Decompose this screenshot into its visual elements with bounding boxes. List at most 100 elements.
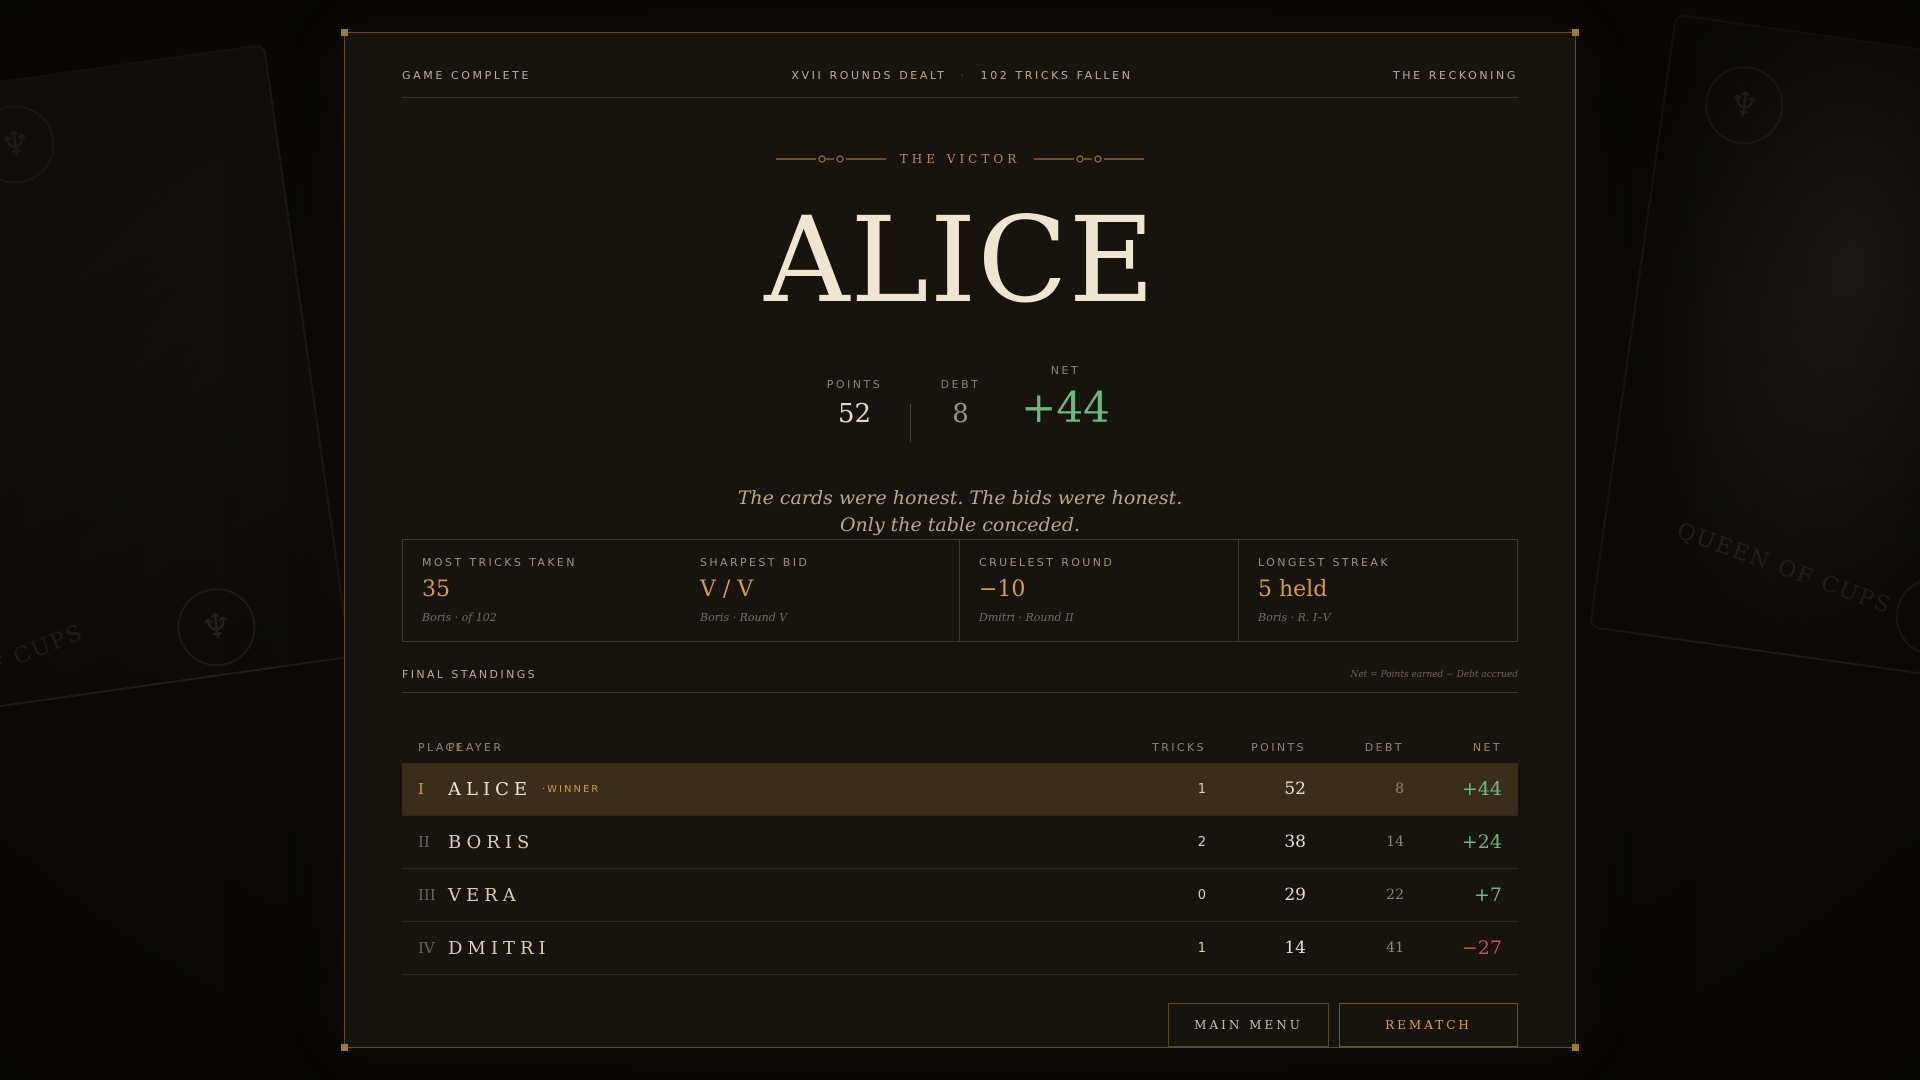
flavor-quote: The cards were honest. The bids were hon… [345, 485, 1575, 539]
points: 38 [1284, 832, 1306, 852]
table-row: III VERA 0 29 22 +7 [402, 869, 1518, 922]
top-bar: GAME COMPLETE XVII ROUNDS DEALT · 102 TR… [402, 69, 1518, 98]
tricks: 2 [1197, 834, 1206, 850]
column-tricks: TRICKS [1152, 740, 1206, 754]
net-value: +44 [1021, 383, 1110, 432]
background-card-right: ♆ ♆ QUEEN OF CUPS [1588, 13, 1920, 687]
net-label: NET [1050, 364, 1081, 377]
debt: 14 [1386, 834, 1404, 850]
place: I [418, 780, 424, 798]
stat-cruelest-round: CRUELEST ROUND −10 Dmitri · Round II [959, 540, 1238, 641]
stat-longest-streak: LONGEST STREAK 5 held Boris · R. I–V [1238, 540, 1517, 641]
winner-scores: POINTS 52 DEBT 8 NET +44 [345, 364, 1575, 442]
cup-icon: ♆ [0, 100, 60, 189]
winner-points: POINTS 52 [800, 378, 910, 429]
stat-label: CRUELEST ROUND [979, 556, 1115, 569]
stat-value: 5 held [1258, 577, 1328, 602]
corner-ornament [1572, 1044, 1579, 1051]
debt: 8 [1395, 781, 1404, 797]
corner-ornament [341, 29, 348, 36]
stat-most-tricks: MOST TRICKS TAKEN 35 Boris · of 102 [403, 540, 681, 641]
winner-net: NET +44 [1011, 364, 1121, 432]
stat-label: SHARPEST BID [700, 556, 810, 569]
debt-label: DEBT [940, 378, 981, 391]
standings-table: PLACE PLAYER TRICKS POINTS DEBT NET I AL… [402, 731, 1518, 975]
stat-value: −10 [979, 577, 1026, 602]
stat-detail: Boris · Round V [700, 611, 788, 624]
background-card-left: ♆ ♆ G OF CUPS [0, 43, 352, 717]
debt-value: 8 [952, 399, 969, 429]
standings-header: FINAL STANDINGS Net = Points earned − De… [402, 667, 1518, 693]
column-place: PLACE [418, 740, 465, 754]
rounds-dealt: XVII ROUNDS DEALT [791, 69, 947, 82]
results-panel: GAME COMPLETE XVII ROUNDS DEALT · 102 TR… [341, 29, 1579, 1051]
cup-icon: ♆ [1700, 61, 1789, 150]
stat-value: V / V [700, 577, 754, 602]
table-row: I ALICE ·WINNER 1 52 8 +44 [402, 763, 1518, 816]
player-cell: BORIS [448, 832, 1126, 853]
debt: 22 [1386, 887, 1404, 903]
points-label: POINTS [826, 378, 883, 391]
winner-tag: ·WINNER [541, 783, 601, 795]
stats-strip: MOST TRICKS TAKEN 35 Boris · of 102 SHAR… [402, 539, 1518, 642]
winner-debt: DEBT 8 [911, 378, 1011, 429]
ornament-right-icon [1034, 155, 1145, 163]
stat-label: MOST TRICKS TAKEN [422, 556, 577, 569]
column-debt: DEBT [1364, 740, 1404, 754]
column-points: POINTS [1251, 740, 1306, 754]
cup-icon: ♆ [1890, 572, 1920, 661]
player-name: VERA [448, 884, 521, 906]
game-status: GAME COMPLETE [402, 69, 531, 82]
points: 52 [1284, 779, 1306, 799]
screen-title: THE RECKONING [1392, 69, 1518, 82]
background-card-left-name: G OF CUPS [0, 619, 88, 699]
player-cell: ALICE ·WINNER [448, 779, 1126, 800]
stat-detail: Boris · R. I–V [1258, 611, 1331, 624]
game-summary: XVII ROUNDS DEALT · 102 TRICKS FALLEN [791, 69, 1132, 82]
column-player: PLAYER [448, 740, 504, 754]
net: +44 [1461, 778, 1502, 800]
ornament-left-icon [775, 155, 886, 163]
points: 14 [1284, 938, 1306, 958]
player-name: DMITRI [448, 937, 551, 959]
corner-ornament [1572, 29, 1579, 36]
background-card-right-name: QUEEN OF CUPS [1673, 518, 1895, 620]
tricks: 1 [1197, 781, 1206, 797]
stat-sharpest-bid: SHARPEST BID V / V Boris · Round V [681, 540, 959, 641]
stat-detail: Dmitri · Round II [979, 611, 1074, 624]
player-cell: DMITRI [448, 938, 1126, 959]
corner-ornament [341, 1044, 348, 1051]
action-buttons: MAIN MENU REMATCH [1168, 1003, 1518, 1047]
standings-legend: Net = Points earned − Debt accrued [1350, 669, 1518, 680]
cup-icon: ♆ [172, 583, 261, 672]
tricks-fallen: 102 TRICKS FALLEN [980, 69, 1133, 82]
tricks: 0 [1197, 887, 1206, 903]
stat-detail: Boris · of 102 [422, 611, 497, 624]
main-menu-button[interactable]: MAIN MENU [1168, 1003, 1329, 1047]
flavor-quote-text: The cards were honest. The bids were hon… [737, 487, 1183, 536]
stat-value: 35 [422, 577, 450, 602]
points-value: 52 [837, 399, 872, 429]
standings-title: FINAL STANDINGS [402, 668, 537, 681]
debt: 41 [1386, 940, 1404, 956]
net: +24 [1461, 831, 1502, 853]
place: IV [418, 939, 435, 957]
summary-separator: · [960, 69, 967, 82]
victor-heading: THE VICTOR [345, 152, 1575, 166]
winner-name: ALICE [764, 191, 1156, 329]
table-row: II BORIS 2 38 14 +24 [402, 816, 1518, 869]
table-row: IV DMITRI 1 14 41 −27 [402, 922, 1518, 975]
table-header: PLACE PLAYER TRICKS POINTS DEBT NET [402, 731, 1518, 763]
column-net: NET [1472, 740, 1502, 754]
stat-label: LONGEST STREAK [1258, 556, 1390, 569]
player-name: BORIS [448, 831, 535, 853]
points: 29 [1284, 885, 1306, 905]
net: +7 [1473, 884, 1502, 906]
place: II [418, 833, 430, 851]
player-cell: VERA [448, 885, 1126, 906]
tricks: 1 [1197, 940, 1206, 956]
net: −27 [1461, 937, 1502, 959]
player-name: ALICE [448, 778, 532, 800]
victor-label: THE VICTOR [899, 152, 1021, 166]
rematch-button[interactable]: REMATCH [1339, 1003, 1518, 1047]
